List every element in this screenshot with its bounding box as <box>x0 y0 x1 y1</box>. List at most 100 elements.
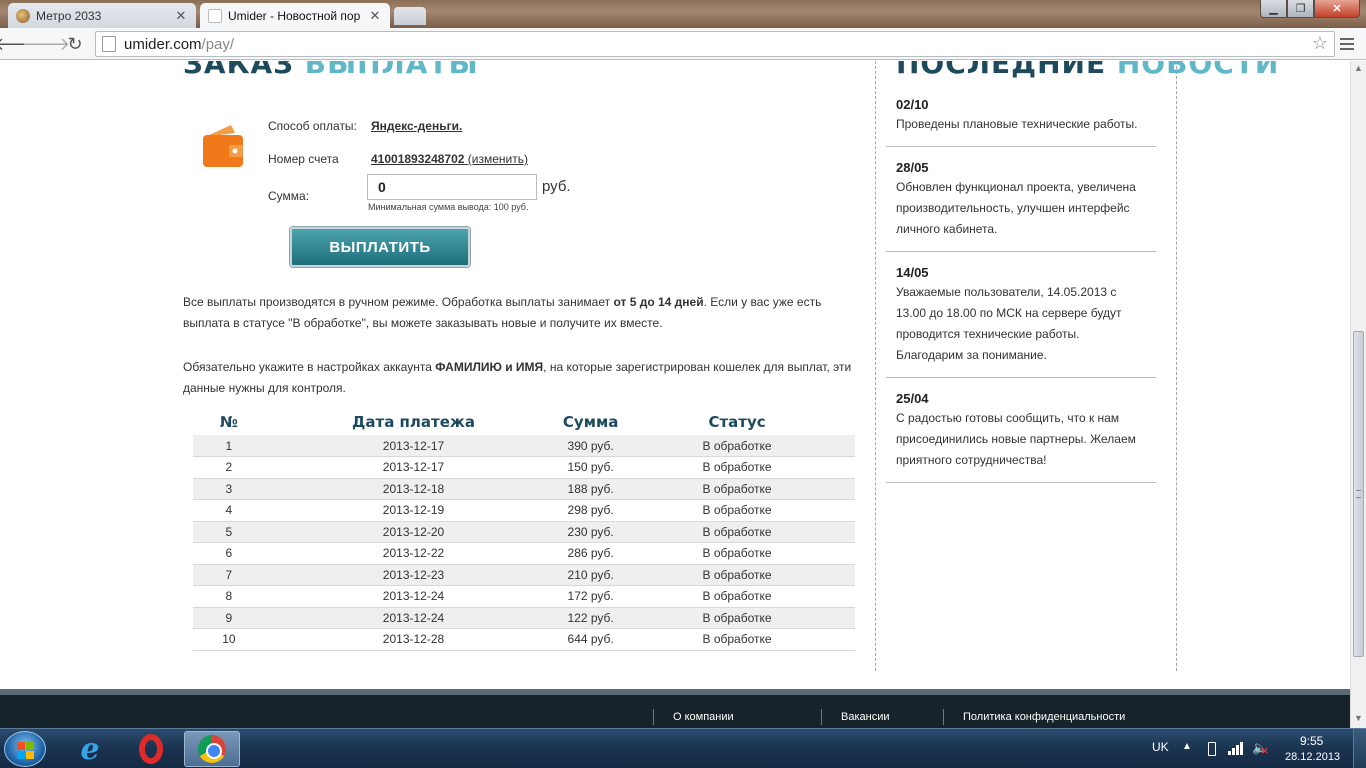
account-number: 41001893248702 <box>371 152 465 166</box>
payments-table: № Дата платежа Сумма Статус 1 2013-12-17 3… <box>193 409 855 651</box>
cell-number: 5 <box>193 521 265 543</box>
column-header-number: № <box>219 413 238 431</box>
table-row: 6 2013-12-22 286 руб. В обработке <box>193 542 855 565</box>
table-row: 5 2013-12-20 230 руб. В обработке <box>193 521 855 543</box>
payment-method-value[interactable]: Яндекс-деньги. <box>371 119 462 133</box>
change-account-link[interactable]: (изменить) <box>468 152 528 166</box>
scroll-up-icon[interactable]: ▲ <box>1354 63 1363 73</box>
account-number-label: Номер счета <box>268 152 339 166</box>
network-signal-icon[interactable] <box>1228 741 1244 755</box>
news-item: 28/05 Обновлен функционал проекта, увели… <box>886 160 1156 252</box>
news-date: 02/10 <box>896 97 929 112</box>
cell-status: В обработке <box>619 607 855 629</box>
payments-table-body: 1 2013-12-17 390 руб. В обработке 2 2013-12-1… <box>193 435 855 651</box>
page-viewport: ЗАКАЗ ВЫПЛАТЫ Способ оплаты: Яндекс-день… <box>0 61 1350 689</box>
taskbar-opera[interactable] <box>123 731 179 767</box>
info-text-bold: ФАМИЛИЮ и ИМЯ <box>435 360 544 374</box>
taskbar-chrome[interactable] <box>184 731 240 767</box>
cell-number: 8 <box>193 585 265 608</box>
cell-number: 2 <box>193 456 265 479</box>
clock-date[interactable]: 28.12.2013 <box>1285 751 1340 763</box>
cell-amount: 286 руб. <box>562 542 620 565</box>
cell-number: 6 <box>193 542 265 565</box>
account-number-value: 41001893248702 (изменить) <box>371 152 528 166</box>
news-date: 28/05 <box>896 160 929 175</box>
windows-start-icon[interactable] <box>4 731 46 767</box>
close-window-button[interactable]: ✕ <box>1314 0 1360 18</box>
tab-favicon-icon <box>208 8 222 23</box>
tab-title: Метро 2033 <box>36 8 102 23</box>
cell-number: 3 <box>193 478 265 500</box>
scrollbar-thumb[interactable] <box>1353 331 1364 657</box>
table-row: 2 2013-12-17 150 руб. В обработке <box>193 456 855 479</box>
clock-time[interactable]: 9:55 <box>1300 734 1323 748</box>
news-date: 14/05 <box>896 265 929 280</box>
footer-link-privacy[interactable]: Политика конфиденциальности <box>963 711 1125 723</box>
info-text-part: Обязательно укажите в настройках аккаунт… <box>183 360 436 374</box>
page-title-part2: ВЫПЛАТЫ <box>304 61 479 80</box>
payout-button[interactable]: ВЫПЛАТИТЬ <box>290 227 470 267</box>
tab-umider[interactable]: Umider - Новостной пор ✕ <box>200 3 390 28</box>
vertical-scrollbar[interactable]: ▲ ▼ <box>1350 61 1366 728</box>
column-header-status: Статус <box>708 413 766 431</box>
payment-method-label: Способ оплаты: <box>268 119 357 133</box>
scroll-down-icon[interactable]: ▼ <box>1354 713 1363 723</box>
sidebar-divider <box>875 61 876 671</box>
cell-date: 2013-12-24 <box>264 585 563 608</box>
url-domain: umider.com <box>124 35 202 53</box>
table-row: 1 2013-12-17 390 руб. В обработке <box>193 435 855 457</box>
cell-date: 2013-12-20 <box>264 521 563 543</box>
footer-separator <box>821 709 822 725</box>
taskbar-internet-explorer[interactable]: e <box>62 731 118 767</box>
news-heading-part1: ПОСЛЕДНИЕ <box>896 61 1107 80</box>
tab-close-icon[interactable]: ✕ <box>174 8 188 24</box>
cell-status: В обработке <box>619 628 855 651</box>
bookmark-star-icon[interactable]: ☆ <box>1312 33 1328 54</box>
amount-hint: Минимальная сумма вывода: 100 руб. <box>368 202 529 212</box>
column-header-amount: Сумма <box>562 413 619 431</box>
logo-pane <box>17 742 25 750</box>
tab-close-icon[interactable]: ✕ <box>368 8 382 24</box>
cell-date: 2013-12-24 <box>264 607 563 629</box>
cell-status: В обработке <box>619 435 855 457</box>
address-bar[interactable]: umider.com/pay/ ☆ <box>95 31 1335 57</box>
news-item: 14/05 Уважаемые пользователи, 14.05.2013… <box>886 265 1156 378</box>
news-text: Проведены плановые технические работы. <box>896 117 1138 131</box>
table-header-row: № Дата платежа Сумма Статус <box>193 409 855 435</box>
show-desktop-button[interactable] <box>1353 729 1366 768</box>
cell-number: 1 <box>193 435 265 457</box>
column-header-date: Дата платежа <box>352 413 475 431</box>
battery-icon[interactable] <box>1208 742 1216 756</box>
maximize-button[interactable]: ❐ <box>1287 0 1314 18</box>
cell-amount: 390 руб. <box>562 435 620 457</box>
page-icon <box>102 36 116 52</box>
news-item: 25/04 С радостью готовы сообщить, что к … <box>886 391 1156 483</box>
minimize-button[interactable]: ▁ <box>1260 0 1287 18</box>
url-path: /pay/ <box>201 35 235 53</box>
chrome-menu-icon[interactable] <box>1340 34 1360 54</box>
language-indicator[interactable]: UK <box>1152 740 1169 754</box>
footer-link-vacancies[interactable]: Вакансии <box>841 711 890 723</box>
forward-arrow-icon[interactable]: 🡒 <box>22 32 70 56</box>
account-notice-text: Обязательно укажите в настройках аккаунт… <box>183 357 863 399</box>
amount-input[interactable] <box>367 174 537 200</box>
tray-expand-icon[interactable]: ▲ <box>1182 741 1192 752</box>
footer-separator <box>943 709 944 725</box>
browser-toolbar: 🡐 🡒 ↻ umider.com/pay/ ☆ <box>0 28 1366 60</box>
footer-link-about[interactable]: О компании <box>673 711 734 723</box>
footer-separator <box>653 709 654 725</box>
news-heading-part2: НОВОСТИ <box>1116 61 1280 80</box>
cell-amount: 210 руб. <box>562 564 620 586</box>
cell-status: В обработке <box>619 521 855 543</box>
new-tab-button[interactable] <box>394 7 426 25</box>
url-text[interactable]: umider.com/pay/ <box>124 36 234 53</box>
cell-status: В обработке <box>619 585 855 608</box>
cell-date: 2013-12-19 <box>264 499 563 522</box>
news-text: С радостью готовы сообщить, что к нам пр… <box>896 411 1136 467</box>
cell-date: 2013-12-23 <box>264 564 563 586</box>
table-row: 8 2013-12-24 172 руб. В обработке <box>193 585 855 608</box>
tab-metro[interactable]: Метро 2033 ✕ <box>8 3 196 28</box>
news-text: Обновлен функционал проекта, увеличена п… <box>896 180 1136 236</box>
amount-currency: руб. <box>542 178 571 195</box>
reload-icon[interactable]: ↻ <box>63 32 87 56</box>
